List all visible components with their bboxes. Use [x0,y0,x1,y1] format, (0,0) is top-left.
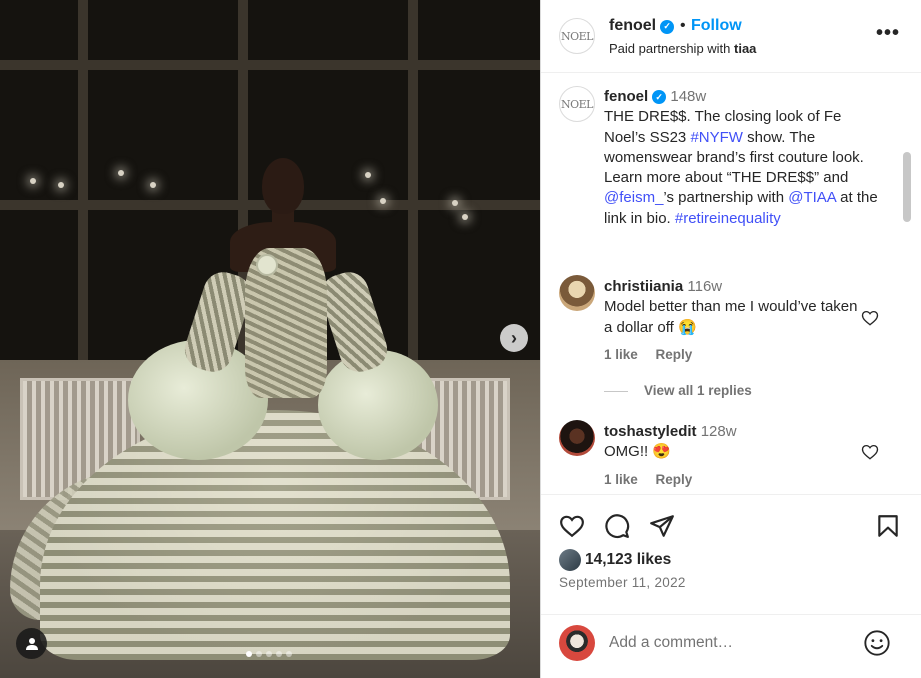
emoji-icon[interactable] [863,629,891,657]
view-replies-button[interactable]: View all 1 replies [604,383,752,398]
caption-timestamp[interactable]: 148w [670,88,706,105]
comment-like-heart-icon[interactable] [861,309,879,327]
paid-partnership-label: Paid partnership with tiaa [609,41,756,56]
post-media[interactable]: › [0,0,541,678]
next-slide-button[interactable]: › [500,324,528,352]
reply-button[interactable]: Reply [656,347,693,362]
comments-scrollbar[interactable] [903,152,911,222]
author-avatar[interactable]: NOEL [559,18,595,54]
carousel-indicator [246,651,292,657]
likes-summary[interactable]: 14,123 likes [559,549,671,571]
comment-input[interactable] [609,631,849,655]
comment-like-heart-icon[interactable] [861,443,879,461]
reply-button[interactable]: Reply [656,472,693,487]
carousel-dot [276,651,282,657]
gown-rosette [256,254,278,276]
post-actions: 14,123 likes September 11, 2022 [541,494,921,614]
user-tags-button[interactable] [16,628,47,659]
model-head [262,158,304,214]
send-icon[interactable] [649,513,675,539]
comment-text: Model better than me I would’ve taken a … [604,298,858,336]
current-user-avatar [559,625,595,661]
partnership-prefix: Paid partnership with [609,41,735,56]
post-caption: fenoel ✓ 148w THE DRE$$. The closing look… [604,87,884,229]
comment: christiiania 116w Model better than me I… [604,277,864,338]
user-tag-icon [25,637,38,650]
bookmark-icon[interactable] [875,513,901,539]
comment-icon[interactable] [604,513,630,539]
comment-username[interactable]: christiiania [604,278,683,295]
post-header: NOEL fenoel ✓ • Follow Paid partnership w… [541,0,921,73]
carousel-dot [246,651,252,657]
post-date[interactable]: September 11, 2022 [559,575,686,590]
hashtag-link[interactable]: #NYFW [690,129,743,146]
heart-icon[interactable] [559,513,585,539]
post-details-panel: NOEL fenoel ✓ • Follow Paid partnership w… [541,0,921,678]
avatar-logo-text: NOEL [561,29,593,43]
caption-text: ’s partnership with [663,189,789,207]
comment-timestamp[interactable]: 116w [687,278,722,295]
comment-like-count[interactable]: 1 like [604,347,638,362]
gown-puff [318,350,438,460]
caption-username[interactable]: fenoel [604,88,648,105]
add-comment-bar [541,614,921,678]
carousel-dot [256,651,262,657]
chevron-right-icon: › [511,327,517,348]
comment-timestamp[interactable]: 128w [701,423,737,440]
verified-badge-icon: ✓ [652,90,667,105]
comments-list[interactable]: NOEL fenoel ✓ 148w THE DRE$$. The closing… [541,74,921,494]
commenter-avatar[interactable] [559,275,595,311]
comment-username[interactable]: toshastyledit [604,423,697,440]
more-options-button[interactable]: ••• [876,22,900,45]
more-horizontal-icon: ••• [876,22,901,44]
comment-text: OMG!! 😍 [604,443,672,461]
follow-button[interactable]: Follow [691,17,742,35]
header-separator: • [680,17,686,34]
commenter-avatar[interactable] [559,420,595,456]
avatar-logo-text: NOEL [561,97,593,111]
partner-name[interactable]: tiaa [734,41,756,56]
author-username[interactable]: fenoel ✓ [609,17,675,35]
hashtag-link[interactable]: #retireinequality [675,210,781,227]
username-text: fenoel [609,17,657,34]
carousel-dot [266,651,272,657]
likes-count[interactable]: 14,123 likes [585,551,671,569]
mention-link[interactable]: @TIAA [788,189,836,206]
comment: toshastyledit 128w OMG!! 😍 [604,422,864,463]
caption-author-avatar[interactable]: NOEL [559,86,595,122]
comment-meta: 1 like Reply [604,472,706,487]
comment-like-count[interactable]: 1 like [604,472,638,487]
liker-avatar [559,549,581,571]
carousel-dot [286,651,292,657]
comment-meta: 1 like Reply [604,347,706,362]
verified-badge-icon: ✓ [660,19,675,34]
mention-link[interactable]: @feism_ [604,189,663,206]
